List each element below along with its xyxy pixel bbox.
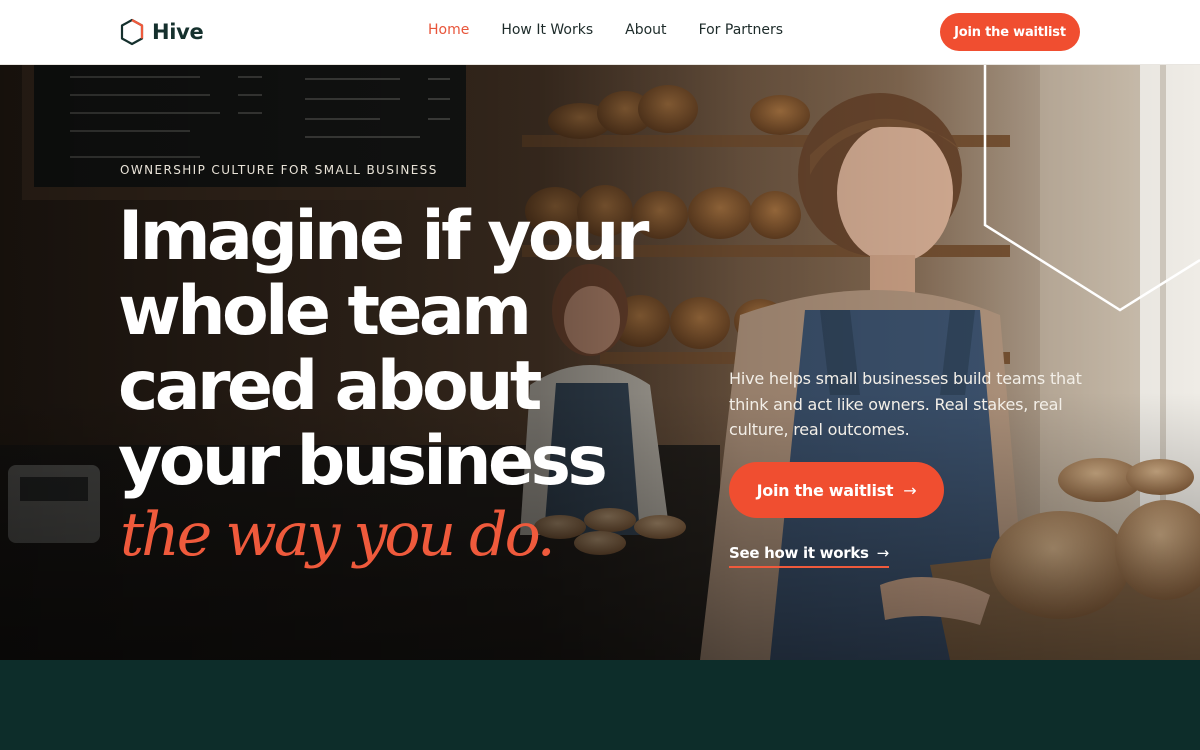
next-section-dark: [0, 660, 1200, 750]
see-how-it-works-link[interactable]: See how it works →: [729, 542, 889, 568]
site-header: Hive Home How It Works About For Partner…: [0, 0, 1200, 65]
headline-line: Imagine if your: [118, 197, 649, 276]
hero-eyebrow: Ownership culture for small business: [120, 163, 438, 177]
main-nav: Home How It Works About For Partners: [428, 22, 783, 38]
hero-headline-accent: the way you do.: [120, 500, 556, 570]
hexagon-icon: [120, 18, 144, 46]
headline-line: whole team: [118, 272, 532, 351]
arrow-right-icon: →: [876, 544, 890, 562]
headline-line: cared about: [118, 347, 542, 426]
brand-logo[interactable]: Hive: [120, 17, 204, 47]
brand-name: Hive: [152, 20, 204, 44]
hero-cta-label: Join the waitlist: [756, 480, 894, 500]
hero-intro-text: Hive helps small businesses build teams …: [729, 369, 1082, 439]
headline-line: your business: [118, 422, 608, 501]
arrow-right-icon: →: [903, 480, 917, 500]
hero-section: Ownership culture for small business Ima…: [0, 65, 1200, 660]
nav-link-home[interactable]: Home: [428, 22, 469, 38]
hero-headline: Imagine if your whole team cared about y…: [118, 199, 718, 499]
nav-link-about[interactable]: About: [625, 22, 666, 38]
nav-link-how-it-works[interactable]: How It Works: [501, 22, 593, 38]
nav-link-for-partners[interactable]: For Partners: [699, 22, 784, 38]
header-join-waitlist-button[interactable]: Join the waitlist: [940, 13, 1080, 51]
hero-join-waitlist-button[interactable]: Join the waitlist →: [729, 462, 944, 518]
hero-link-label: See how it works: [729, 544, 869, 562]
